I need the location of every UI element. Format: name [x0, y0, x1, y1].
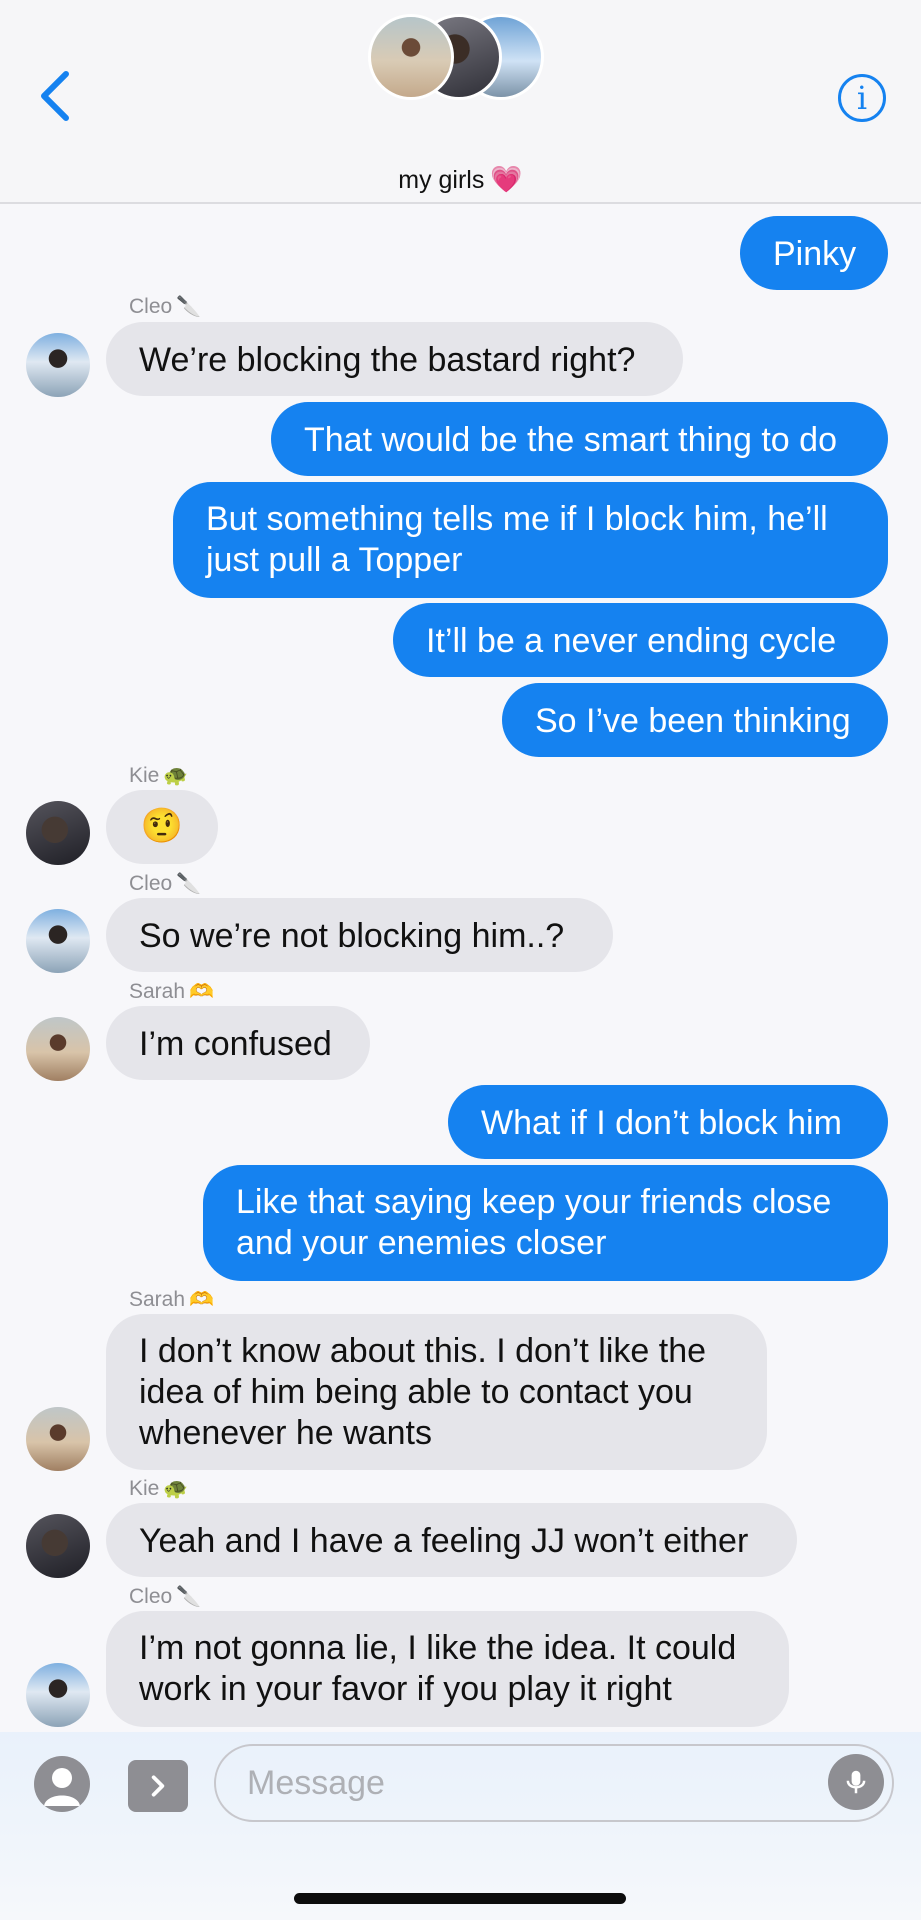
group-avatar-stack[interactable] [368, 14, 548, 104]
info-icon: i [856, 79, 868, 117]
message-line: I don’t know about this. I don’t like th… [139, 1332, 707, 1370]
avatar-cleo[interactable] [26, 1663, 90, 1727]
incoming-message-bubble[interactable]: I’m not gonna lie, I like the idea. It c… [106, 1611, 789, 1727]
message-line: idea of him being able to contact you [139, 1373, 693, 1411]
microphone-icon[interactable] [828, 1754, 884, 1810]
group-avatar-sarah [368, 14, 454, 100]
incoming-message-bubble[interactable]: 🤨 [106, 790, 218, 864]
incoming-message-bubble[interactable]: Yeah and I have a feeling JJ won’t eithe… [106, 1503, 797, 1577]
sender-name-kie: Kie 🐢 [129, 1477, 189, 1500]
outgoing-message-bubble[interactable]: That would be the smart thing to do [271, 402, 888, 476]
avatar-kie[interactable] [26, 801, 90, 865]
sender-name-sarah: Sarah 🫶 [129, 1288, 214, 1311]
message-line: and your enemies closer [236, 1224, 607, 1262]
back-chevron-icon[interactable] [34, 66, 78, 126]
outgoing-message-bubble[interactable]: Like that saying keep your friends close… [203, 1165, 888, 1281]
message-line: whenever he wants [139, 1414, 432, 1452]
incoming-message-bubble[interactable]: So we’re not blocking him..? [106, 898, 613, 972]
heart-emoji: 💗 [490, 164, 523, 194]
outgoing-message-bubble[interactable]: What if I don’t block him [448, 1085, 888, 1159]
sender-name-cleo: Cleo 🔪 [129, 295, 202, 318]
message-input[interactable] [214, 1744, 894, 1822]
avatar-sarah[interactable] [26, 1407, 90, 1471]
incoming-message-bubble[interactable]: We’re blocking the bastard right? [106, 322, 683, 396]
camera-icon[interactable] [34, 1756, 90, 1812]
sender-name-sarah: Sarah 🫶 [129, 980, 214, 1003]
message-line: I’m not gonna lie, I like the idea. It c… [139, 1629, 737, 1667]
sender-name-kie: Kie 🐢 [129, 764, 189, 787]
message-line: just pull a Topper [206, 541, 463, 579]
sender-name-cleo: Cleo 🔪 [129, 1585, 202, 1608]
info-button[interactable]: i [838, 74, 886, 122]
message-line: work in your favor if you play it right [139, 1670, 672, 1708]
avatar-cleo[interactable] [26, 909, 90, 973]
message-line: Like that saying keep your friends close [236, 1183, 832, 1221]
avatar-cleo[interactable] [26, 333, 90, 397]
conversation-header: my girls 💗 i [0, 0, 921, 204]
conversation-title-text: my girls [398, 166, 485, 194]
sender-name-cleo: Cleo 🔪 [129, 872, 202, 895]
outgoing-message-bubble[interactable]: But something tells me if I block him, h… [173, 482, 888, 598]
home-indicator[interactable] [294, 1893, 626, 1904]
app-store-icon[interactable] [128, 1760, 188, 1812]
message-line: But something tells me if I block him, h… [206, 500, 828, 538]
outgoing-message-bubble[interactable]: So I’ve been thinking [502, 683, 888, 757]
incoming-message-bubble[interactable]: I’m confused [106, 1006, 370, 1080]
avatar-sarah[interactable] [26, 1017, 90, 1081]
incoming-message-bubble[interactable]: I don’t know about this. I don’t like th… [106, 1314, 767, 1470]
outgoing-message-bubble[interactable]: Pinky [740, 216, 888, 290]
avatar-kie[interactable] [26, 1514, 90, 1578]
outgoing-message-bubble[interactable]: It’ll be a never ending cycle [393, 603, 888, 677]
conversation-title[interactable]: my girls 💗 [0, 164, 921, 195]
message-compose-bar [0, 1732, 921, 1920]
